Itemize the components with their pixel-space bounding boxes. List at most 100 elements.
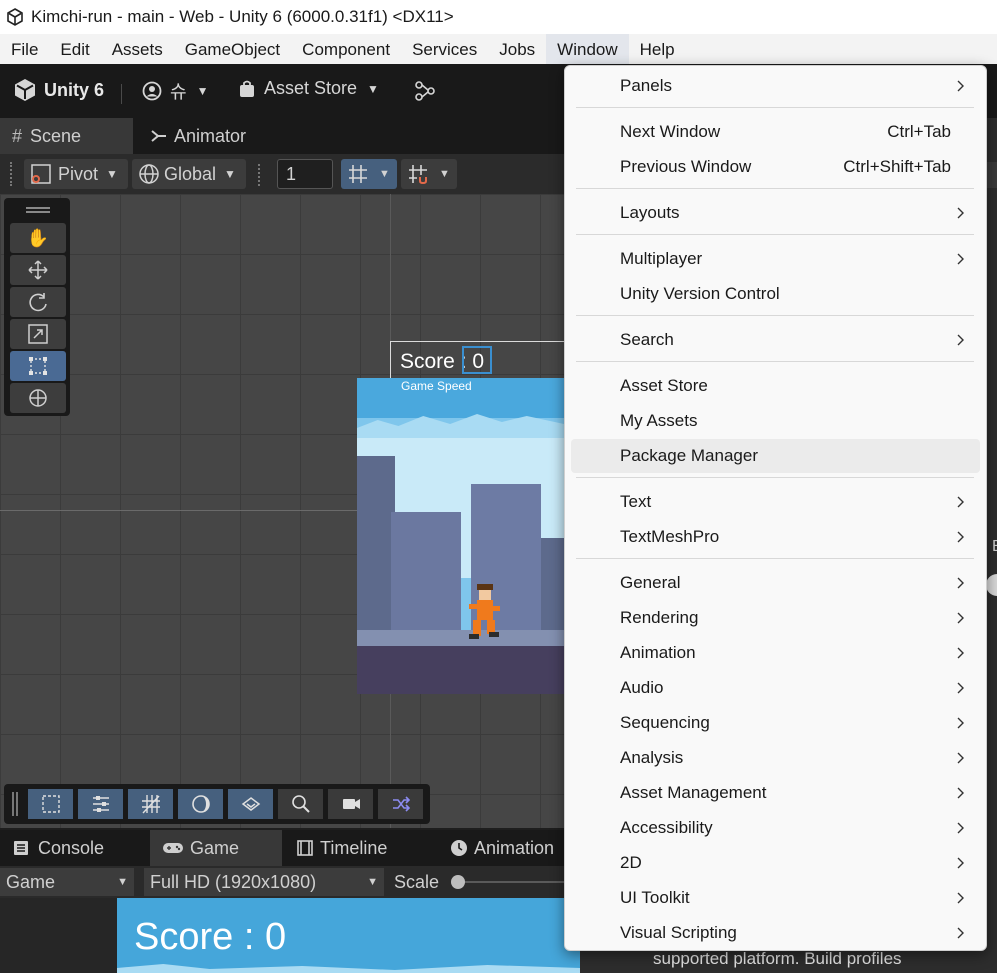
grid-size-field[interactable]: 1 [277, 159, 333, 189]
overlay-handle[interactable] [12, 792, 18, 816]
overlay-layers-button[interactable] [78, 789, 123, 819]
account-icon [142, 81, 162, 101]
menu-item-analysis[interactable]: Analysis [574, 741, 979, 775]
chevron-right-icon [953, 856, 967, 870]
menu-item-panels[interactable]: Panels [574, 69, 979, 103]
account-button[interactable]: 슈 ▼ [142, 78, 208, 104]
menu-item-textmeshpro[interactable]: TextMeshPro [574, 520, 979, 554]
transform-icon [27, 387, 49, 409]
menu-item-search[interactable]: Search [574, 323, 979, 357]
menu-item-visual-scripting[interactable]: Visual Scripting [574, 916, 979, 950]
menu-item-label: Visual Scripting [620, 923, 737, 942]
menu-item-text[interactable]: Text [574, 485, 979, 519]
display-dropdown[interactable]: Game ▼ [0, 868, 134, 896]
tab-animation[interactable]: Animation [438, 830, 580, 866]
hand-tool-button[interactable]: ✋ [10, 223, 66, 253]
menu-component[interactable]: Component [291, 34, 401, 64]
scale-slider-track[interactable] [458, 881, 580, 883]
menu-services[interactable]: Services [401, 34, 488, 64]
resolution-dropdown[interactable]: Full HD (1920x1080) ▼ [144, 868, 384, 896]
menu-item-my-assets[interactable]: My Assets [574, 404, 979, 438]
menu-item-sequencing[interactable]: Sequencing [574, 706, 979, 740]
chevron-right-icon [953, 576, 967, 590]
chevron-down-icon: ▼ [106, 167, 118, 181]
scale-slider-thumb[interactable] [451, 875, 465, 889]
resolution-label: Full HD (1920x1080) [150, 871, 317, 892]
tab-console[interactable]: Console [0, 830, 150, 866]
menu-separator [576, 107, 974, 108]
tab-timeline[interactable]: Timeline [284, 830, 424, 866]
menu-assets[interactable]: Assets [101, 34, 174, 64]
overlay-search-button[interactable] [278, 789, 323, 819]
menu-item-animation[interactable]: Animation [574, 636, 979, 670]
overlay-rect-button[interactable] [28, 789, 73, 819]
drag-handle[interactable] [258, 164, 264, 186]
menu-item-layouts[interactable]: Layouts [574, 196, 979, 230]
scene-game-preview[interactable] [357, 378, 564, 694]
menu-item-accessibility[interactable]: Accessibility [574, 811, 979, 845]
drag-handle[interactable] [10, 162, 14, 186]
rect-transform-icon [27, 355, 49, 377]
menu-item-asset-management[interactable]: Asset Management [574, 776, 979, 810]
palette-handle[interactable] [26, 207, 50, 213]
increment-snap-toggle[interactable]: ▼ [401, 159, 457, 189]
tab-scene[interactable]: # Scene [0, 118, 133, 154]
bottom-tab-row: Console Game Timeline Animation [0, 830, 580, 866]
menu-item-rendering[interactable]: Rendering [574, 601, 979, 635]
globe-icon [138, 163, 160, 185]
transform-tool-button[interactable] [10, 383, 66, 413]
move-icon [27, 259, 49, 281]
asset-store-label: Asset Store [264, 78, 358, 98]
menu-item-2d[interactable]: 2D [574, 846, 979, 880]
overlay-shading-button[interactable] [178, 789, 223, 819]
menu-item-multiplayer[interactable]: Multiplayer [574, 242, 979, 276]
chevron-down-icon: ▼ [196, 84, 209, 98]
menu-item-label: Sequencing [620, 713, 710, 732]
unity-version-button[interactable]: Unity 6 [12, 77, 104, 103]
menu-item-general[interactable]: General [574, 566, 979, 600]
chevron-right-icon [953, 611, 967, 625]
rotate-tool-button[interactable] [10, 287, 66, 317]
asset-store-button[interactable]: Asset Store ▼ [238, 78, 379, 99]
game-toolbar: Game ▼ Full HD (1920x1080) ▼ Scale [0, 866, 580, 898]
menu-window[interactable]: Window [546, 34, 629, 64]
version-control-button[interactable] [414, 80, 436, 102]
tab-animation-label: Animation [474, 837, 555, 858]
menu-gameobject[interactable]: GameObject [174, 34, 291, 64]
scale-tool-button[interactable] [10, 319, 66, 349]
grid-snap-toggle[interactable]: ▼ [341, 159, 397, 189]
rect-tool-button[interactable] [10, 351, 66, 381]
global-dropdown[interactable]: Global ▼ [132, 159, 246, 189]
menu-item-unity-version-control[interactable]: Unity Version Control [574, 277, 979, 311]
overlay-camera-button[interactable] [328, 789, 373, 819]
tab-animator[interactable]: Animator [138, 118, 268, 154]
menu-jobs[interactable]: Jobs [488, 34, 546, 64]
pivot-dropdown[interactable]: Pivot ▼ [24, 159, 128, 189]
menu-item-label: Next Window [620, 122, 721, 141]
menu-item-next-window[interactable]: Next Window Ctrl+Tab [574, 115, 979, 149]
menu-item-package-manager[interactable]: Package Manager [571, 439, 980, 473]
selected-text-rect[interactable] [462, 346, 492, 374]
chevron-down-icon: ▼ [379, 168, 390, 180]
move-tool-button[interactable] [10, 255, 66, 285]
camera-icon [340, 793, 362, 815]
menu-item-label: TextMeshPro [620, 527, 720, 546]
overlay-2d-button[interactable] [228, 789, 273, 819]
overlay-gizmos-button[interactable] [378, 789, 423, 819]
chevron-right-icon [953, 530, 967, 544]
menu-item-shortcut: Ctrl+Tab [887, 122, 951, 141]
menu-file[interactable]: File [0, 34, 49, 64]
inspector-edge-glyph: B [992, 538, 997, 556]
menu-item-audio[interactable]: Audio [574, 671, 979, 705]
game-screen[interactable]: Score : 0 [117, 898, 580, 973]
tab-game[interactable]: Game [150, 830, 282, 866]
console-icon [12, 839, 30, 857]
menu-item-ui-toolkit[interactable]: UI Toolkit [574, 881, 979, 915]
menu-help[interactable]: Help [629, 34, 686, 64]
menu-item-previous-window[interactable]: Previous Window Ctrl+Shift+Tab [574, 150, 979, 184]
pivot-icon [30, 163, 52, 185]
menu-item-asset-store[interactable]: Asset Store [574, 369, 979, 403]
overlay-grid-button[interactable] [128, 789, 173, 819]
menu-item-label: Previous Window [620, 157, 752, 176]
menu-edit[interactable]: Edit [49, 34, 100, 64]
